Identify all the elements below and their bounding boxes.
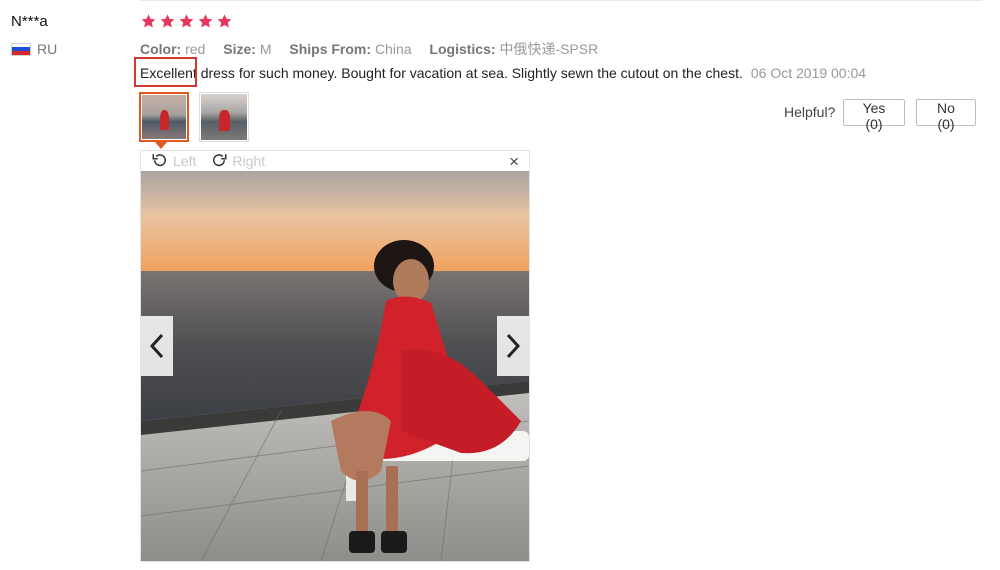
chevron-right-icon xyxy=(506,333,521,359)
star-icon xyxy=(179,14,194,28)
viewer-toolbar: Left Right × xyxy=(141,151,529,171)
prev-image-button[interactable] xyxy=(141,316,173,376)
review-date: 06 Oct 2019 00:04 xyxy=(750,65,867,81)
rotate-left-icon xyxy=(152,154,166,167)
rotate-right-button[interactable]: Right xyxy=(210,152,265,170)
star-icon xyxy=(198,14,213,28)
thumbnail-strip xyxy=(139,92,249,142)
attr-ships-from: Ships From: China xyxy=(289,41,412,57)
star-icon xyxy=(217,14,232,28)
review-body: dress for such money. Bought for vacatio… xyxy=(196,65,743,81)
helpful-yes-button[interactable]: Yes (0) xyxy=(843,99,905,132)
thumbnail-image xyxy=(201,94,247,140)
chevron-left-icon xyxy=(149,333,164,359)
review-photo xyxy=(141,171,529,561)
country-code: RU xyxy=(37,41,58,57)
divider-line xyxy=(140,0,982,1)
close-icon[interactable]: × xyxy=(509,152,519,172)
active-thumbnail-caret xyxy=(155,142,167,149)
attr-color: Color: red xyxy=(140,41,206,57)
image-viewer: Left Right × xyxy=(140,150,530,562)
thumbnail-1[interactable] xyxy=(139,92,189,142)
rotate-left-button[interactable]: Left xyxy=(151,152,196,170)
star-icon xyxy=(141,14,156,28)
review-text: Excellent dress for such money. Bought f… xyxy=(140,65,866,81)
helpful-no-button[interactable]: No (0) xyxy=(916,99,976,132)
reviewer-country: RU xyxy=(11,41,57,57)
star-icon xyxy=(160,14,175,28)
reviewer-name: N***a xyxy=(11,13,48,30)
rotate-right-icon xyxy=(213,154,227,167)
thumbnail-2[interactable] xyxy=(199,92,249,142)
russia-flag-icon xyxy=(11,42,31,56)
thumbnail-image xyxy=(142,95,186,139)
highlight-box xyxy=(134,57,197,87)
attr-size: Size: M xyxy=(223,41,272,57)
attr-logistics: Logistics: 中俄快递-SPSR xyxy=(429,41,599,57)
order-attributes: Color: red Size: M Ships From: China Log… xyxy=(140,39,612,59)
helpful-label: Helpful? xyxy=(784,104,836,120)
next-image-button[interactable] xyxy=(497,316,529,376)
star-rating xyxy=(140,13,233,30)
